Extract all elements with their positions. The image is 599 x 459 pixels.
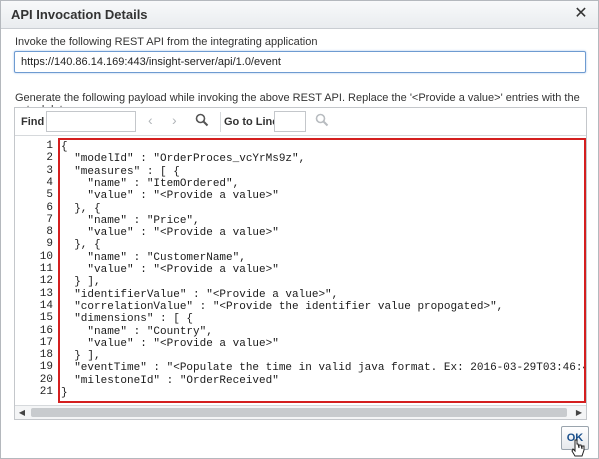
- line-number: 10: [39, 250, 53, 263]
- dialog-titlebar: API Invocation Details ✕: [1, 1, 598, 29]
- code-line: }, {: [61, 239, 101, 252]
- find-search-icon[interactable]: [195, 113, 209, 127]
- chevron-left-icon[interactable]: ‹: [148, 112, 153, 128]
- line-number: 6: [46, 201, 53, 214]
- line-number: 8: [46, 226, 53, 239]
- toolbar-divider: [220, 112, 221, 132]
- payload-editor: Find ‹ › Go to Line 1 2 3 4 5 6 7 8 9 10 11 12 13 14 1…: [14, 107, 587, 420]
- line-number: 1: [46, 140, 53, 152]
- code-line: "value" : "<Provide a value>": [61, 190, 279, 203]
- code-line: "name" : "CustomerName",: [61, 251, 246, 264]
- line-number: 12: [39, 275, 53, 288]
- goto-line-label: Go to Line: [224, 116, 279, 128]
- code-line: "milestoneId" : "OrderReceived": [61, 374, 279, 387]
- code-line: "value" : "<Provide a value>": [61, 337, 279, 350]
- code-line: "name" : "Country",: [61, 325, 213, 338]
- goto-search-icon[interactable]: [315, 113, 329, 127]
- line-number-gutter: 1 2 3 4 5 6 7 8 9 10 11 12 13 14 15 16 17 18 19 20 21: [15, 137, 57, 405]
- code-line: } ],: [61, 276, 101, 289]
- find-input[interactable]: [46, 111, 136, 132]
- code-line: "modelId" : "OrderProces_vcYrMs9z",: [61, 153, 306, 166]
- code-line: "measures" : [ {: [61, 165, 180, 178]
- code-line: "name" : "ItemOrdered",: [61, 177, 240, 190]
- mouse-cursor-icon: [571, 439, 585, 457]
- line-number: 19: [39, 361, 53, 374]
- dialog-title: API Invocation Details: [11, 7, 148, 22]
- line-number: 16: [39, 324, 53, 337]
- line-number: 7: [46, 213, 53, 226]
- line-number: 5: [46, 189, 53, 202]
- editor-toolbar: Find ‹ › Go to Line: [15, 108, 586, 136]
- chevron-right-icon[interactable]: ›: [172, 112, 177, 128]
- scrollbar-thumb[interactable]: [31, 408, 567, 417]
- scroll-right-icon[interactable]: ▶: [572, 406, 586, 419]
- code-line: }, {: [61, 202, 101, 215]
- code-line: "name" : "Price",: [61, 214, 200, 227]
- close-icon[interactable]: ✕: [572, 5, 590, 23]
- line-number: 15: [39, 312, 53, 325]
- code-line: "eventTime" : "<Populate the time in val…: [61, 362, 586, 375]
- line-number: 21: [39, 386, 53, 398]
- find-label: Find: [21, 116, 45, 128]
- api-invocation-dialog: API Invocation Details ✕ Invoke the foll…: [0, 0, 599, 459]
- goto-line-input[interactable]: [274, 111, 306, 132]
- line-number: 13: [39, 287, 53, 300]
- line-number: 17: [39, 336, 53, 349]
- code-line: {: [61, 141, 68, 153]
- highlighted-payload[interactable]: { "modelId" : "OrderProces_vcYrMs9z", "m…: [58, 138, 586, 403]
- code-line: } ],: [61, 350, 101, 363]
- rest-api-url-field[interactable]: [14, 51, 586, 73]
- line-number: 18: [39, 349, 53, 362]
- line-number: 9: [46, 238, 53, 251]
- code-line: "value" : "<Provide a value>": [61, 227, 279, 240]
- line-number: 20: [39, 373, 53, 386]
- rest-api-label: Invoke the following REST API from the i…: [15, 36, 318, 48]
- line-number: 3: [46, 164, 53, 177]
- code-line: "value" : "<Provide a value>": [61, 264, 279, 276]
- line-number: 2: [46, 152, 53, 165]
- code-line: "correlationValue" : "<Provide the ident…: [61, 300, 504, 313]
- horizontal-scrollbar[interactable]: ◀ ▶: [15, 405, 586, 419]
- line-number: 4: [46, 176, 53, 189]
- line-number: 14: [39, 299, 53, 312]
- line-number: 11: [39, 263, 53, 275]
- code-area[interactable]: 1 2 3 4 5 6 7 8 9 10 11 12 13 14 15 16 17 18 19 20 21 { "mod…: [15, 137, 586, 405]
- code-line: "identifierValue" : "<Provide a value>",: [61, 288, 339, 301]
- scroll-left-icon[interactable]: ◀: [15, 406, 29, 419]
- code-line: "dimensions" : [ {: [61, 313, 194, 326]
- code-line: }: [61, 387, 68, 399]
